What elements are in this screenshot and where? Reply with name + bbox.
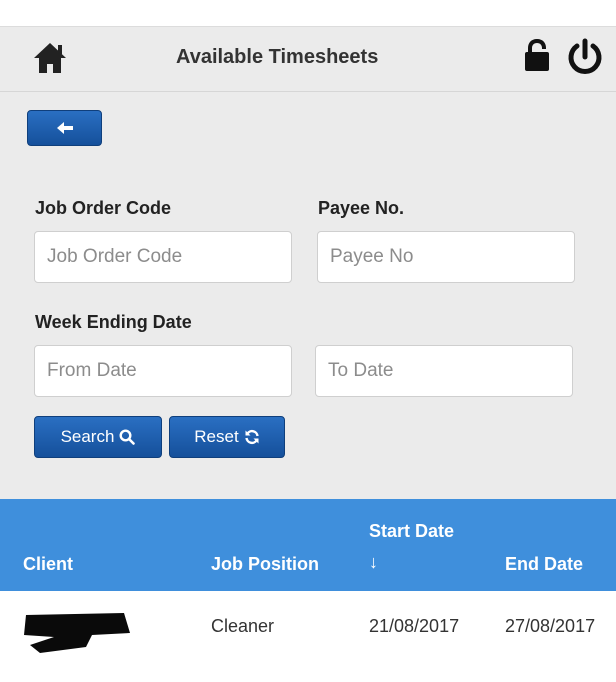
to-date-input[interactable]: [315, 345, 573, 397]
back-button[interactable]: [27, 110, 102, 146]
payee-no-input[interactable]: [317, 231, 575, 283]
job-order-code-input[interactable]: [34, 231, 292, 283]
redaction-mark: [24, 613, 130, 653]
column-header-client[interactable]: Client: [23, 554, 73, 575]
client-cell-redacted: [20, 599, 132, 663]
table-header: Client Job Position Start Date ↓ End Dat…: [0, 499, 616, 591]
job-order-code-label: Job Order Code: [35, 198, 172, 218]
reset-button-label: Reset: [194, 427, 239, 446]
table-row[interactable]: Cleaner 21/08/2017 27/08/2017: [0, 591, 616, 682]
page-title: Available Timesheets: [176, 46, 379, 68]
power-icon[interactable]: [566, 38, 604, 76]
payee-no-label: Payee No.: [318, 198, 405, 218]
search-button[interactable]: Search: [34, 416, 162, 458]
search-button-label: Search: [60, 427, 115, 446]
sort-arrow-icon: ↓: [369, 552, 378, 572]
end-date-cell: 27/08/2017: [505, 616, 596, 636]
search-icon: [119, 429, 136, 445]
app-header: Available Timesheets: [0, 27, 616, 91]
refresh-icon: [245, 429, 259, 445]
status-strip: [0, 0, 616, 27]
reset-button[interactable]: Reset: [169, 416, 285, 458]
column-header-start-date[interactable]: Start Date: [369, 521, 454, 542]
toolbar: [0, 91, 616, 174]
start-date-cell: 21/08/2017: [369, 616, 460, 636]
from-date-input[interactable]: [34, 345, 292, 397]
arrow-left-icon: [57, 122, 73, 134]
week-ending-date-label: Week Ending Date: [35, 312, 192, 332]
unlock-icon[interactable]: [523, 37, 551, 73]
column-header-job-position[interactable]: Job Position: [211, 554, 319, 575]
home-icon[interactable]: [32, 41, 68, 75]
column-header-end-date[interactable]: End Date: [505, 554, 583, 575]
filter-panel: Job Order Code Payee No. Week Ending Dat…: [0, 173, 616, 499]
job-position-cell: Cleaner: [211, 616, 275, 636]
